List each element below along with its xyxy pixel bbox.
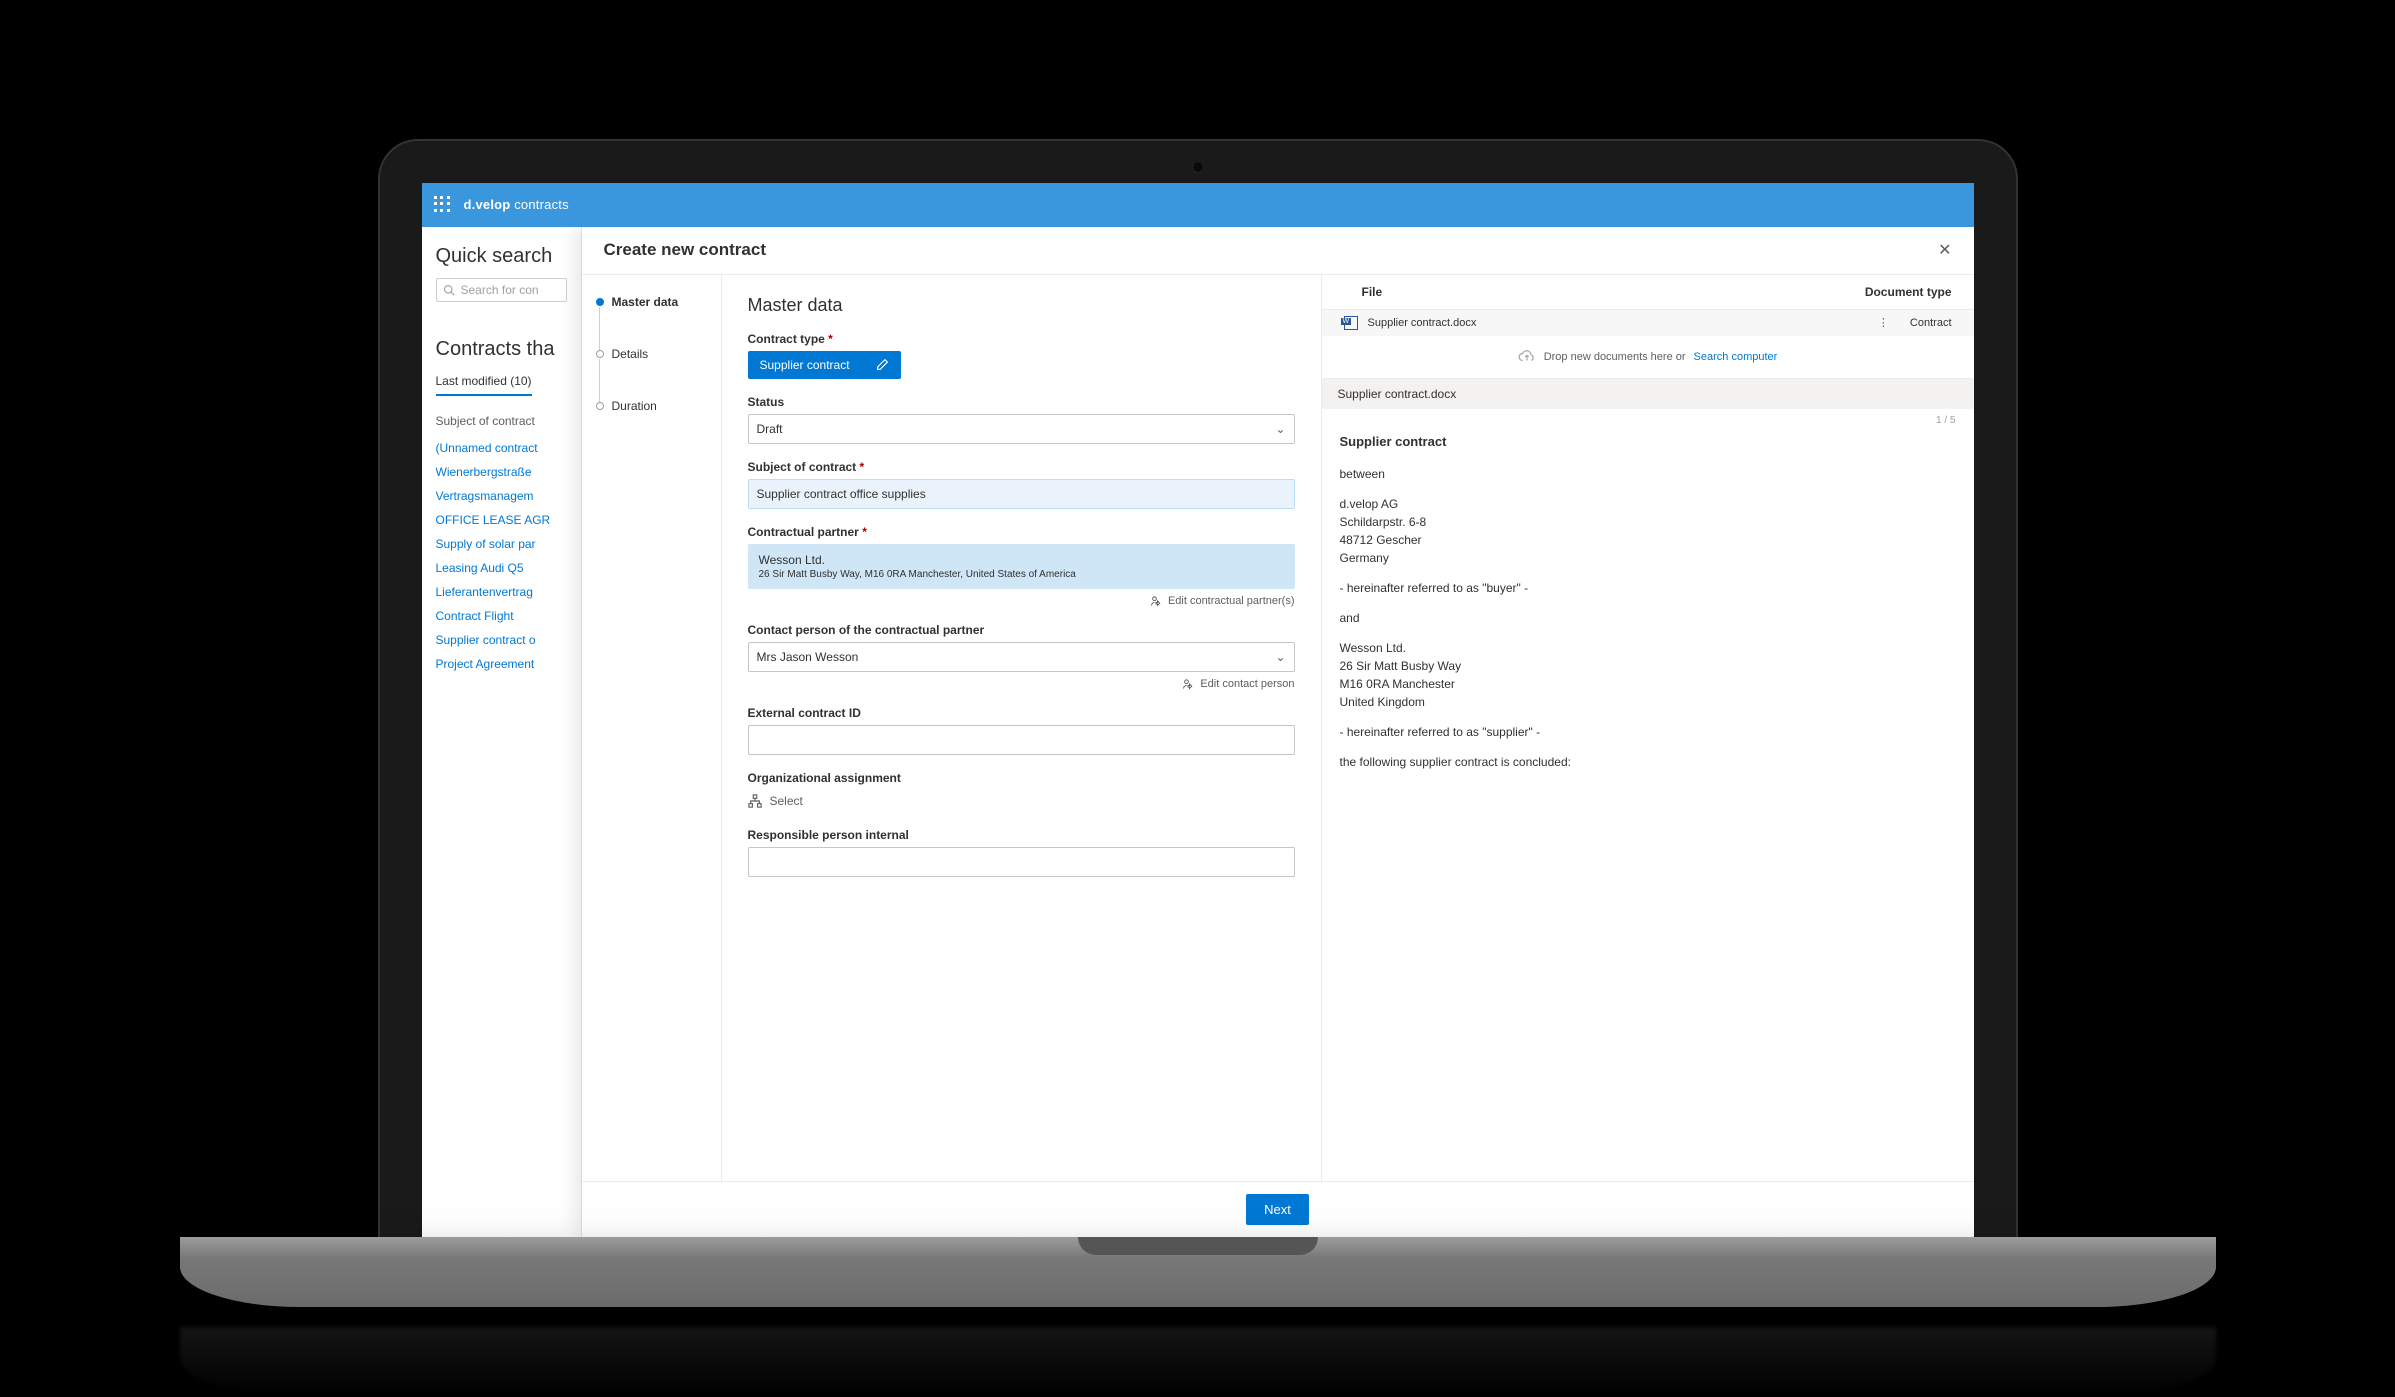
contracts-group-label: Subject of contract xyxy=(436,414,567,428)
subject-input[interactable] xyxy=(748,479,1295,509)
org-select[interactable]: Select xyxy=(748,790,1295,812)
edit-partner-link[interactable]: Edit contractual partner(s) xyxy=(748,595,1295,607)
edit-contact-link[interactable]: Edit contact person xyxy=(748,678,1295,690)
step-details[interactable]: Details xyxy=(596,347,707,361)
contract-type-label: Contract type xyxy=(748,332,1295,346)
contract-link[interactable]: (Unnamed contract xyxy=(436,436,567,460)
next-button[interactable]: Next xyxy=(1246,1194,1309,1225)
subject-label: Subject of contract xyxy=(748,460,1295,474)
status-select[interactable]: Draft ⌄ xyxy=(748,414,1295,444)
section-title: Master data xyxy=(748,295,1295,316)
file-column-header: File xyxy=(1344,285,1865,299)
partner-address: 26 Sir Matt Busby Way, M16 0RA Mancheste… xyxy=(759,569,1284,580)
page-indicator: 1 / 5 xyxy=(1322,409,1974,426)
status-label: Status xyxy=(748,395,1295,409)
search-icon xyxy=(443,284,455,296)
contract-link[interactable]: Project Agreement xyxy=(436,652,567,676)
close-icon[interactable]: ✕ xyxy=(1938,240,1951,260)
drop-text: Drop new documents here or xyxy=(1544,351,1686,363)
contact-select[interactable]: Mrs Jason Wesson ⌄ xyxy=(748,642,1295,672)
partner-name: Wesson Ltd. xyxy=(759,553,1284,567)
topbar: d.velop contracts xyxy=(422,183,1974,227)
contract-link[interactable]: Wienerbergstraße xyxy=(436,460,567,484)
form-steps: Master data Details Duration xyxy=(582,275,722,1181)
drop-zone[interactable]: Drop new documents here or Search comput… xyxy=(1322,336,1974,379)
partner-card[interactable]: Wesson Ltd. 26 Sir Matt Busby Way, M16 0… xyxy=(748,544,1295,589)
file-type: Contract xyxy=(1910,317,1952,329)
person-edit-icon xyxy=(1150,595,1162,607)
org-label: Organizational assignment xyxy=(748,771,1295,785)
tab-last-modified[interactable]: Last modified (10) xyxy=(436,374,532,396)
contract-link[interactable]: OFFICE LEASE AGR xyxy=(436,508,567,532)
chevron-down-icon: ⌄ xyxy=(1275,422,1285,436)
contact-label: Contact person of the contractual partne… xyxy=(748,623,1295,637)
contract-type-button[interactable]: Supplier contract xyxy=(748,351,901,379)
contract-link[interactable]: Leasing Audi Q5 xyxy=(436,556,567,580)
laptop-camera xyxy=(1192,161,1204,173)
doctype-column-header: Document type xyxy=(1865,285,1952,299)
create-contract-panel: Create new contract ✕ Master data Detail… xyxy=(582,227,1974,1237)
search-computer-link[interactable]: Search computer xyxy=(1694,351,1778,363)
partner-label: Contractual partner xyxy=(748,525,1295,539)
contracts-section-title: Contracts tha xyxy=(436,338,567,361)
form-column: Master data Contract type Supplier contr… xyxy=(722,275,1322,1181)
contract-link[interactable]: Lieferantenvertrag xyxy=(436,580,567,604)
contract-link[interactable]: Vertragsmanagem xyxy=(436,484,567,508)
word-doc-icon xyxy=(1344,316,1358,330)
cloud-upload-icon xyxy=(1518,350,1536,364)
contracts-list: (Unnamed contract Wienerbergstraße Vertr… xyxy=(436,436,567,676)
search-placeholder: Search for con xyxy=(461,283,539,297)
file-name: Supplier contract.docx xyxy=(1368,317,1858,329)
contract-link[interactable]: Supplier contract o xyxy=(436,628,567,652)
edit-icon xyxy=(876,358,889,371)
chevron-down-icon: ⌄ xyxy=(1275,650,1285,664)
more-icon[interactable]: ⋮ xyxy=(1878,316,1890,329)
step-master-data[interactable]: Master data xyxy=(596,295,707,309)
document-preview: Supplier contract between d.velop AGSchi… xyxy=(1322,426,1974,1181)
responsible-label: Responsible person internal xyxy=(748,828,1295,842)
org-icon xyxy=(748,794,762,808)
sidebar: Quick search Search for con Contracts th… xyxy=(422,227,582,1237)
panel-title: Create new contract xyxy=(604,240,767,260)
file-row[interactable]: Supplier contract.docx ⋮ Contract xyxy=(1322,310,1974,336)
external-id-input[interactable] xyxy=(748,725,1295,755)
responsible-input[interactable] xyxy=(748,847,1295,877)
external-id-label: External contract ID xyxy=(748,706,1295,720)
step-duration[interactable]: Duration xyxy=(596,399,707,413)
doc-title-bar: Supplier contract.docx xyxy=(1322,379,1974,409)
quick-search-title: Quick search xyxy=(436,245,567,268)
documents-column: File Document type Supplier contract.doc… xyxy=(1322,275,1974,1181)
app-launcher-icon[interactable] xyxy=(434,196,452,214)
preview-title: Supplier contract xyxy=(1340,432,1956,452)
contract-link[interactable]: Contract Flight xyxy=(436,604,567,628)
person-edit-icon xyxy=(1182,678,1194,690)
contract-link[interactable]: Supply of solar par xyxy=(436,532,567,556)
brand: d.velop contracts xyxy=(464,197,569,212)
search-input[interactable]: Search for con xyxy=(436,278,567,302)
